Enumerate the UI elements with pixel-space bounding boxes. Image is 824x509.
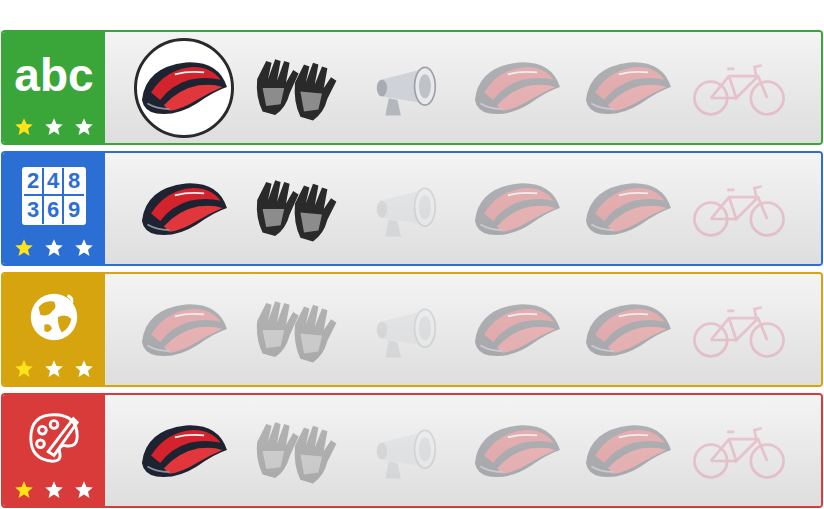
reward-slot[interactable] (578, 401, 678, 501)
reward-shelf (105, 32, 821, 143)
bike-icon (689, 298, 789, 362)
star-icon (74, 359, 94, 379)
numbers-icon: 248369 (22, 167, 86, 225)
reward-slot[interactable] (245, 38, 345, 138)
helmet-icon (471, 56, 563, 120)
helmet-icon (471, 419, 563, 483)
reward-slot[interactable] (689, 280, 789, 380)
star-icon (44, 117, 64, 137)
reward-slot[interactable] (245, 280, 345, 380)
reward-shelf (105, 274, 821, 385)
helmet-icon (582, 419, 674, 483)
reward-slot[interactable] (689, 38, 789, 138)
palette-icon (25, 409, 83, 467)
reward-slot[interactable] (689, 401, 789, 501)
reward-slot[interactable] (578, 159, 678, 259)
lamp-icon (363, 416, 449, 486)
reward-slot[interactable] (134, 401, 234, 501)
category-row: abc (1, 30, 823, 145)
star-rating (14, 480, 94, 500)
star-rating (14, 117, 94, 137)
helmet-icon (471, 298, 563, 362)
digit: 3 (24, 196, 44, 224)
helmet-icon (138, 419, 230, 483)
category-badge[interactable] (3, 274, 105, 385)
star-icon (14, 238, 34, 258)
category-label: abc (14, 52, 93, 98)
reward-slot[interactable] (467, 401, 567, 501)
reward-slot[interactable] (134, 38, 234, 138)
reward-slot[interactable] (467, 38, 567, 138)
lamp-icon (363, 53, 449, 123)
star-icon (74, 480, 94, 500)
bike-icon (689, 177, 789, 241)
gloves-icon (250, 294, 340, 366)
helmet-icon (582, 298, 674, 362)
reward-slot[interactable] (467, 280, 567, 380)
helmet-icon (582, 56, 674, 120)
helmet-icon (138, 56, 230, 120)
reward-slot[interactable] (245, 159, 345, 259)
reward-slot[interactable] (134, 280, 234, 380)
reward-slot[interactable] (356, 38, 456, 138)
reward-slot[interactable] (578, 280, 678, 380)
helmet-icon (471, 177, 563, 241)
reward-slot[interactable] (467, 159, 567, 259)
star-icon (74, 238, 94, 258)
lamp-icon (363, 295, 449, 365)
reward-slot[interactable] (356, 280, 456, 380)
gloves-icon (250, 173, 340, 245)
reward-shelf (105, 395, 821, 506)
gloves-icon (250, 415, 340, 487)
digit: 8 (64, 168, 84, 196)
category-row: 248369 (1, 151, 823, 266)
category-badge[interactable]: abc (3, 32, 105, 143)
category-badge[interactable]: 248369 (3, 153, 105, 264)
star-icon (44, 238, 64, 258)
globe-icon (25, 288, 83, 346)
star-icon (44, 359, 64, 379)
star-icon (44, 480, 64, 500)
star-icon (14, 480, 34, 500)
category-badge[interactable] (3, 395, 105, 506)
category-row (1, 393, 823, 508)
category-row (1, 272, 823, 387)
reward-slot[interactable] (578, 38, 678, 138)
star-rating (14, 359, 94, 379)
digit: 2 (24, 168, 44, 196)
star-icon (74, 117, 94, 137)
reward-slot[interactable] (689, 159, 789, 259)
reward-shelf (105, 153, 821, 264)
reward-slot[interactable] (356, 401, 456, 501)
bike-icon (689, 419, 789, 483)
digit: 9 (64, 196, 84, 224)
star-icon (14, 359, 34, 379)
helmet-icon (138, 298, 230, 362)
bike-icon (689, 56, 789, 120)
helmet-icon (138, 177, 230, 241)
star-rating (14, 238, 94, 258)
reward-slot[interactable] (356, 159, 456, 259)
star-icon (14, 117, 34, 137)
helmet-icon (582, 177, 674, 241)
lamp-icon (363, 174, 449, 244)
digit: 4 (44, 168, 64, 196)
reward-slot[interactable] (134, 159, 234, 259)
gloves-icon (250, 52, 340, 124)
digit: 6 (44, 196, 64, 224)
reward-slot[interactable] (245, 401, 345, 501)
